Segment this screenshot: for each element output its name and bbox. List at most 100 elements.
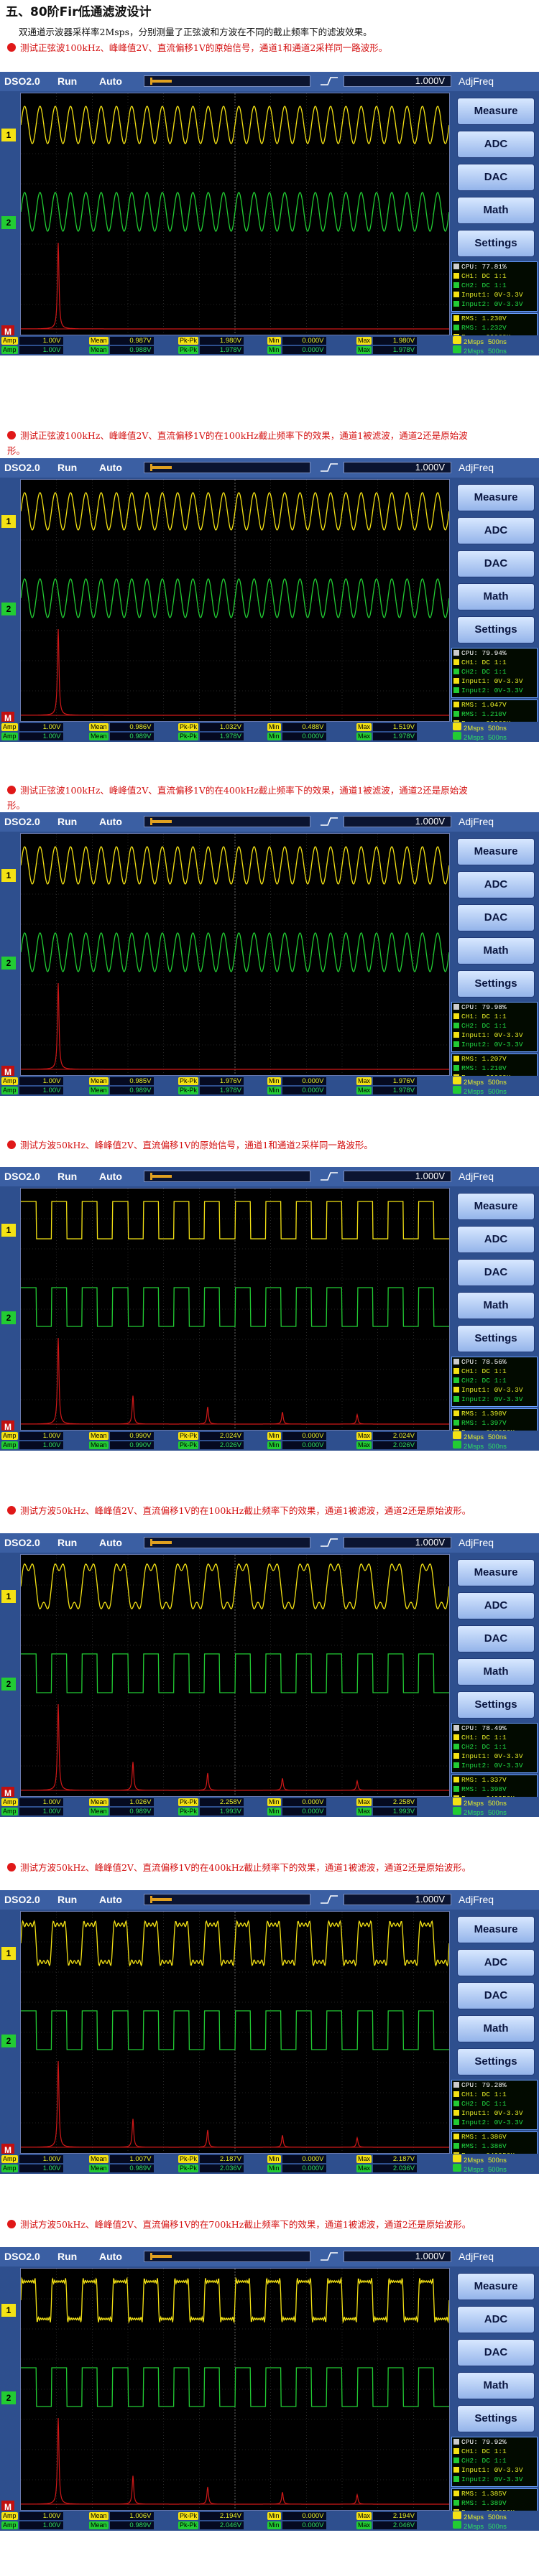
auto-button[interactable]: Auto <box>99 2249 122 2264</box>
dac-button[interactable]: DAC <box>457 1625 535 1652</box>
ch2-marker[interactable]: 2 <box>1 957 16 970</box>
trigger-level[interactable]: 1.000V <box>344 1171 451 1182</box>
rising-edge-icon[interactable] <box>320 75 338 87</box>
measure-button[interactable]: Measure <box>457 1916 535 1943</box>
run-button[interactable]: Run <box>57 814 77 829</box>
rising-edge-icon[interactable] <box>320 816 338 827</box>
adjfreq-button[interactable]: AdjFreq <box>459 814 494 829</box>
auto-button[interactable]: Auto <box>99 814 122 829</box>
measure-button[interactable]: Measure <box>457 98 535 125</box>
math-button[interactable]: Math <box>457 2372 535 2399</box>
run-button[interactable]: Run <box>57 1892 77 1907</box>
waveform-screen[interactable] <box>20 1911 450 2154</box>
math-button[interactable]: Math <box>457 1292 535 1319</box>
adjfreq-button[interactable]: AdjFreq <box>459 460 494 475</box>
waveform-screen[interactable] <box>20 479 450 722</box>
math-button[interactable]: Math <box>457 583 535 610</box>
trigger-level[interactable]: 1.000V <box>344 75 451 87</box>
run-button[interactable]: Run <box>57 2249 77 2264</box>
waveform-screen[interactable] <box>20 93 450 335</box>
ch2-marker[interactable]: 2 <box>1 1678 16 1691</box>
ch1-marker[interactable]: 1 <box>1 129 16 141</box>
dac-button[interactable]: DAC <box>457 1259 535 1286</box>
ch2-marker[interactable]: 2 <box>1 1311 16 1324</box>
sample-rate-value: 2Msps <box>464 348 484 355</box>
waveform-screen[interactable] <box>20 1554 450 1797</box>
math-button[interactable]: Math <box>457 2015 535 2042</box>
measure-button[interactable]: Measure <box>457 2273 535 2300</box>
trigger-level[interactable]: 1.000V <box>344 462 451 473</box>
waveform-screen[interactable] <box>20 1188 450 1431</box>
dac-button[interactable]: DAC <box>457 1982 535 2009</box>
settings-button[interactable]: Settings <box>457 2048 535 2075</box>
timebase-slider[interactable] <box>144 2251 310 2262</box>
timebase-slider[interactable] <box>144 816 310 827</box>
dac-button[interactable]: DAC <box>457 550 535 577</box>
measure-button[interactable]: Measure <box>457 838 535 865</box>
settings-button[interactable]: Settings <box>457 1691 535 1719</box>
trigger-level[interactable]: 1.000V <box>344 1537 451 1548</box>
rising-edge-icon[interactable] <box>320 1537 338 1548</box>
run-button[interactable]: Run <box>57 460 77 475</box>
settings-button[interactable]: Settings <box>457 1325 535 1352</box>
trigger-level[interactable]: 1.000V <box>344 816 451 827</box>
timebase-slider[interactable] <box>144 462 310 473</box>
adc-button[interactable]: ADC <box>457 131 535 158</box>
timebase-slider[interactable] <box>144 75 310 87</box>
timebase-slider[interactable] <box>144 1537 310 1548</box>
ch2-marker[interactable]: 2 <box>1 2391 16 2404</box>
measure-button[interactable]: Measure <box>457 1193 535 1220</box>
rising-edge-icon[interactable] <box>320 1894 338 1905</box>
dac-button[interactable]: DAC <box>457 904 535 931</box>
ch1-marker[interactable]: 1 <box>1 515 16 528</box>
settings-button[interactable]: Settings <box>457 970 535 998</box>
ch2-marker[interactable]: 2 <box>1 216 16 229</box>
math-button[interactable]: Math <box>457 1658 535 1685</box>
ch1-marker[interactable]: 1 <box>1 1947 16 1960</box>
dac-button[interactable]: DAC <box>457 164 535 191</box>
adjfreq-button[interactable]: AdjFreq <box>459 74 494 89</box>
adc-button[interactable]: ADC <box>457 2306 535 2333</box>
adc-button[interactable]: ADC <box>457 1226 535 1253</box>
settings-button[interactable]: Settings <box>457 616 535 643</box>
adc-button[interactable]: ADC <box>457 1949 535 1976</box>
rising-edge-icon[interactable] <box>320 462 338 473</box>
timebase-slider[interactable] <box>144 1171 310 1182</box>
math-button[interactable]: Math <box>457 937 535 964</box>
auto-button[interactable]: Auto <box>99 1535 122 1550</box>
adc-button[interactable]: ADC <box>457 517 535 544</box>
ch1-marker[interactable]: 1 <box>1 1590 16 1603</box>
rising-edge-icon[interactable] <box>320 2251 338 2262</box>
auto-button[interactable]: Auto <box>99 74 122 89</box>
adc-button[interactable]: ADC <box>457 871 535 898</box>
auto-button[interactable]: Auto <box>99 1892 122 1907</box>
settings-button[interactable]: Settings <box>457 2405 535 2432</box>
math-button[interactable]: Math <box>457 197 535 224</box>
waveform-screen[interactable] <box>20 2268 450 2511</box>
adjfreq-button[interactable]: AdjFreq <box>459 1535 494 1550</box>
measure-button[interactable]: Measure <box>457 1559 535 1586</box>
status-text: Input1: 0V-3.3V <box>461 1386 523 1394</box>
run-button[interactable]: Run <box>57 1169 77 1184</box>
trigger-level[interactable]: 1.000V <box>344 2251 451 2262</box>
ch1-marker[interactable]: 1 <box>1 1224 16 1237</box>
adjfreq-button[interactable]: AdjFreq <box>459 2249 494 2264</box>
ch2-marker[interactable]: 2 <box>1 603 16 615</box>
rising-edge-icon[interactable] <box>320 1171 338 1182</box>
run-button[interactable]: Run <box>57 1535 77 1550</box>
ch2-marker[interactable]: 2 <box>1 2035 16 2047</box>
ch1-marker[interactable]: 1 <box>1 869 16 882</box>
measure-button[interactable]: Measure <box>457 484 535 511</box>
adc-button[interactable]: ADC <box>457 1592 535 1619</box>
dac-button[interactable]: DAC <box>457 2339 535 2366</box>
adjfreq-button[interactable]: AdjFreq <box>459 1892 494 1907</box>
ch1-marker[interactable]: 1 <box>1 2304 16 2317</box>
trigger-level[interactable]: 1.000V <box>344 1894 451 1905</box>
auto-button[interactable]: Auto <box>99 1169 122 1184</box>
run-button[interactable]: Run <box>57 74 77 89</box>
settings-button[interactable]: Settings <box>457 230 535 257</box>
auto-button[interactable]: Auto <box>99 460 122 475</box>
timebase-slider[interactable] <box>144 1894 310 1905</box>
adjfreq-button[interactable]: AdjFreq <box>459 1169 494 1184</box>
waveform-screen[interactable] <box>20 833 450 1076</box>
